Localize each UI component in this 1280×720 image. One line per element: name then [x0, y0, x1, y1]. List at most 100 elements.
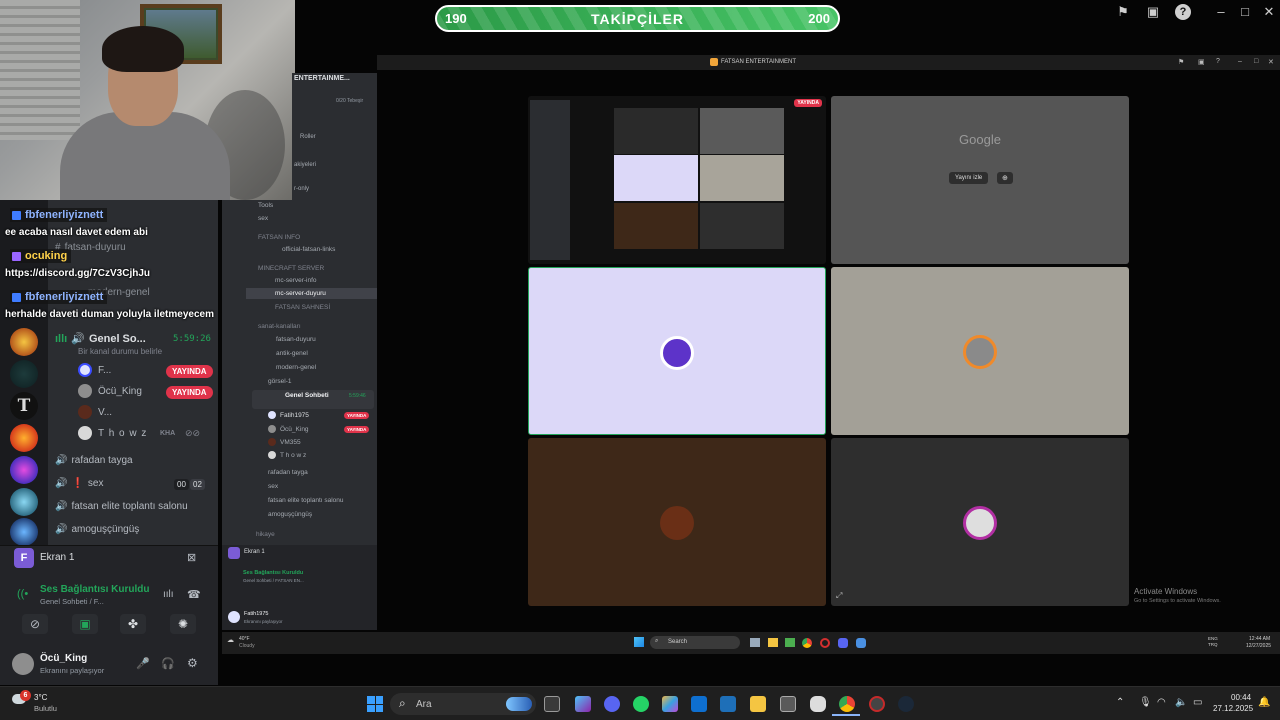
discord-icon[interactable] — [604, 696, 620, 712]
headphones-icon[interactable]: 🎧 — [161, 657, 175, 670]
member-name[interactable]: F... — [98, 365, 111, 376]
minimize-icon[interactable]: – — [1238, 58, 1242, 65]
chat-message: https://discord.gg/7CzV3CjhJu — [5, 268, 151, 279]
server-icon-globe[interactable] — [10, 518, 38, 546]
weather-temp[interactable]: 3°C — [34, 693, 47, 702]
avatar[interactable] — [78, 426, 92, 440]
task-view-icon[interactable] — [544, 696, 560, 712]
voice-status-hint[interactable]: Bir kanal durumu belirle — [78, 347, 162, 356]
chrome-icon[interactable] — [839, 696, 855, 712]
mirror-live-badge: YAYINDA — [344, 426, 370, 433]
maximize-icon[interactable]: □ — [1237, 4, 1253, 20]
close-icon[interactable]: ✕ — [1268, 58, 1274, 66]
battery-icon[interactable]: ▭ — [1193, 697, 1202, 708]
stream-tile-user[interactable] — [831, 438, 1129, 606]
mirror-connection: Ses Bağlantısı Kuruldu — [243, 570, 304, 576]
server-icon-dark[interactable] — [10, 360, 38, 388]
avatar[interactable] — [78, 363, 92, 377]
mirror-row: r-only — [294, 186, 310, 192]
taskbar-app-icon[interactable] — [720, 696, 736, 712]
server-icon-fatsan[interactable] — [10, 328, 38, 356]
notification-bell-icon[interactable]: 🔔 — [1258, 697, 1270, 708]
stream-tile-google[interactable]: Google Yayını izle ⊕ — [831, 96, 1129, 264]
voice-channel[interactable]: 🔊 rafadan tayga — [55, 455, 133, 466]
avatar[interactable] — [78, 384, 92, 398]
inner-search-box[interactable]: Search — [650, 636, 740, 649]
voice-channel[interactable]: 🔊 fatsan elite toplantı salonu — [55, 501, 188, 512]
steam-icon[interactable] — [898, 696, 914, 712]
server-icon-purple[interactable] — [10, 456, 38, 484]
popout-icon[interactable]: ⊠ — [187, 551, 196, 564]
discord-icon[interactable] — [838, 638, 848, 648]
file-explorer-icon[interactable] — [750, 696, 766, 712]
screen-share-button[interactable]: ▣ — [72, 614, 98, 634]
stream-tile-screen[interactable]: YAYINDA — [528, 96, 826, 264]
stream-tile-user[interactable] — [528, 438, 826, 606]
windows-start-icon[interactable] — [634, 637, 644, 647]
microphone-icon[interactable]: 🎙 — [1139, 697, 1152, 708]
inner-lang[interactable]: ENG TRQ — [1208, 636, 1222, 648]
store-icon[interactable] — [691, 696, 707, 712]
server-icon-orange[interactable] — [10, 424, 38, 452]
close-icon[interactable]: ✕ — [1261, 4, 1277, 20]
user-name[interactable]: Öcü_King — [40, 653, 87, 664]
clock-date[interactable]: 27.12.2025 — [1213, 704, 1253, 713]
chevron-up-icon[interactable]: ⌃ — [1116, 697, 1124, 708]
noise-icon[interactable]: ıılı — [163, 589, 174, 600]
mirror-row: antik-genel — [276, 350, 308, 357]
chrome-icon[interactable] — [802, 638, 812, 648]
volume-icon[interactable]: 🔈 — [1175, 697, 1187, 708]
settings-gear-icon[interactable]: ⚙ — [187, 656, 198, 670]
photos-icon[interactable] — [662, 696, 678, 712]
mirror-row: official-fatsan-links — [282, 246, 336, 253]
voice-channel[interactable]: 🔊 ❗ sex — [55, 478, 103, 489]
fullscreen-icon[interactable]: ⤢ — [836, 591, 842, 601]
member-name[interactable]: V... — [98, 407, 112, 418]
folder-icon[interactable] — [768, 638, 778, 647]
stream-tile-user[interactable] — [528, 267, 826, 435]
inbox-icon[interactable]: ▣ — [1198, 58, 1205, 66]
exclamation-icon: ❗ — [71, 478, 84, 489]
weather-desc[interactable]: Bulutlu — [34, 704, 57, 713]
disconnect-icon[interactable]: ☎ — [187, 588, 201, 601]
server-icon-blue[interactable] — [10, 488, 38, 516]
minimize-icon[interactable]: – — [1213, 4, 1229, 20]
whatsapp-icon[interactable] — [633, 696, 649, 712]
microphone-icon[interactable]: 🎤 — [136, 657, 150, 670]
voice-channel-genel[interactable]: ıllı 🔊 Genel So... — [55, 332, 146, 346]
zoom-icon[interactable]: ⊕ — [997, 172, 1013, 184]
help-icon[interactable]: ? — [1175, 4, 1191, 20]
mirror-row: sex — [268, 483, 279, 490]
member-name[interactable]: T h o w z — [98, 428, 147, 439]
windows-start-button[interactable] — [367, 696, 383, 712]
taskbar-app-icon[interactable] — [785, 638, 795, 647]
watch-stream-button[interactable]: Yayını izle — [949, 172, 989, 184]
app-with-badge-icon[interactable] — [869, 696, 885, 712]
wifi-icon[interactable]: ◠ — [1157, 697, 1166, 708]
calculator-icon[interactable] — [780, 696, 796, 712]
clock-time[interactable]: 00:44 — [1231, 693, 1251, 702]
mouse-app-icon[interactable] — [810, 696, 826, 712]
taskbar-app-icon[interactable] — [750, 638, 760, 647]
avatar[interactable] — [12, 653, 34, 675]
camera-off-button[interactable]: ⊘ — [22, 614, 48, 634]
inbox-icon[interactable]: ▣ — [1145, 4, 1161, 20]
voice-channel[interactable]: 🔊 amoguşçüngüş — [55, 524, 139, 535]
copilot-icon[interactable] — [575, 696, 591, 712]
help-icon[interactable]: ? — [1216, 58, 1220, 65]
activities-button[interactable]: ✤ — [120, 614, 146, 634]
connection-status[interactable]: Ses Bağlantısı Kuruldu — [40, 584, 149, 595]
voice-timer: 5:59:26 — [173, 334, 211, 344]
flag-icon[interactable]: ⚑ — [1178, 58, 1184, 66]
mirror-row: Tools — [258, 202, 274, 209]
maximize-icon[interactable]: □ — [1254, 58, 1258, 65]
flag-icon[interactable]: ⚑ — [1115, 4, 1131, 20]
opera-icon[interactable] — [820, 638, 830, 648]
server-icon-t[interactable]: T — [10, 392, 38, 420]
avatar[interactable] — [78, 405, 92, 419]
mirror-screen-letter-icon — [228, 547, 240, 559]
taskbar-app-icon[interactable] — [856, 638, 866, 648]
stream-tile-user[interactable] — [831, 267, 1129, 435]
soundboard-button[interactable]: ✺ — [170, 614, 196, 634]
member-name[interactable]: Öcü_King — [98, 386, 142, 397]
